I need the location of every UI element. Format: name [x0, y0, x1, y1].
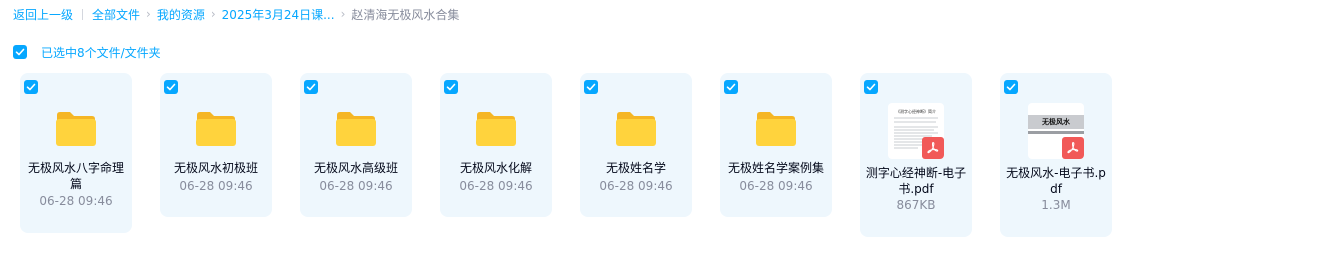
- back-link[interactable]: 返回上一级: [13, 6, 73, 23]
- file-card[interactable]: 无极风水初极班 06-28 09:46: [160, 73, 272, 217]
- file-name: 无极风水八字命理篇: [27, 161, 124, 191]
- divider: [82, 8, 84, 20]
- check-icon: [1006, 83, 1016, 91]
- card-checkbox[interactable]: [164, 80, 178, 94]
- file-card[interactable]: 无极风水化解 06-28 09:46: [440, 73, 552, 217]
- check-icon: [166, 83, 176, 91]
- card-checkbox[interactable]: [724, 80, 738, 94]
- folder-icon: [336, 112, 376, 146]
- file-name: 无极风水高级班: [313, 161, 398, 175]
- file-name: 无极风水-电子书.pdf: [1006, 166, 1106, 196]
- file-name: 无极姓名学: [605, 161, 666, 175]
- file-meta: 06-28 09:46: [39, 194, 113, 208]
- check-icon: [586, 83, 596, 91]
- file-meta: 06-28 09:46: [319, 179, 393, 193]
- file-card[interactable]: 无极风水高级班 06-28 09:46: [300, 73, 412, 217]
- chevron-right-icon: ›: [210, 7, 216, 21]
- pdf-thumbnail: 《测字心经神断》简介: [888, 103, 944, 159]
- breadcrumb-all-files[interactable]: 全部文件: [92, 6, 140, 23]
- file-card[interactable]: 无极姓名学 06-28 09:46: [580, 73, 692, 217]
- card-checkbox[interactable]: [864, 80, 878, 94]
- check-icon: [306, 83, 316, 91]
- file-name: 无极姓名学案例集: [727, 161, 824, 175]
- breadcrumb-my-resources[interactable]: 我的资源: [157, 6, 205, 23]
- pdf-icon: [922, 137, 944, 159]
- card-checkbox[interactable]: [1004, 80, 1018, 94]
- file-meta: 06-28 09:46: [459, 179, 533, 193]
- folder-icon: [56, 112, 96, 146]
- file-meta: 06-28 09:46: [599, 179, 673, 193]
- selection-bar: 已选中8个文件/文件夹: [13, 44, 161, 60]
- card-checkbox[interactable]: [24, 80, 38, 94]
- check-icon: [15, 48, 25, 56]
- file-card[interactable]: 无极姓名学案例集 06-28 09:46: [720, 73, 832, 217]
- card-checkbox[interactable]: [444, 80, 458, 94]
- card-checkbox[interactable]: [304, 80, 318, 94]
- file-card[interactable]: 无极风水 无极风水-电子书.pdf 1.3M: [1000, 73, 1112, 237]
- file-meta: 06-28 09:46: [179, 179, 253, 193]
- file-card[interactable]: 无极风水八字命理篇 06-28 09:46: [20, 73, 132, 233]
- chevron-right-icon: ›: [146, 7, 151, 21]
- file-meta: 06-28 09:46: [739, 179, 813, 193]
- pdf-thumbnail: 无极风水: [1028, 103, 1084, 159]
- file-meta: 1.3M: [1041, 198, 1071, 212]
- file-card[interactable]: 《测字心经神断》简介 测字心经神断-电子书.pdf 867KB: [860, 73, 972, 237]
- check-icon: [866, 83, 876, 91]
- thumbnail-title: 无极风水: [1042, 118, 1070, 126]
- folder-icon: [616, 112, 656, 146]
- check-icon: [26, 83, 36, 91]
- folder-icon: [476, 112, 516, 146]
- selection-count: 已选中8个文件/文件夹: [41, 45, 161, 60]
- file-meta: 867KB: [896, 198, 936, 212]
- file-name: 测字心经神断-电子书.pdf: [865, 166, 967, 196]
- folder-icon: [756, 112, 796, 146]
- file-name: 无极风水初极班: [173, 161, 258, 175]
- pdf-icon: [1062, 137, 1084, 159]
- chevron-right-icon: ›: [340, 7, 346, 21]
- breadcrumb-course[interactable]: 2025年3月24日课...: [222, 6, 335, 23]
- check-icon: [446, 83, 456, 91]
- folder-icon: [196, 112, 236, 146]
- check-icon: [726, 83, 736, 91]
- select-all-checkbox[interactable]: [13, 45, 27, 59]
- breadcrumb: 返回上一级 全部文件 › 我的资源 › 2025年3月24日课... › 赵清海…: [13, 5, 459, 23]
- file-name: 无极风水化解: [459, 161, 532, 175]
- card-checkbox[interactable]: [584, 80, 598, 94]
- breadcrumb-current: 赵清海无极风水合集: [351, 7, 460, 22]
